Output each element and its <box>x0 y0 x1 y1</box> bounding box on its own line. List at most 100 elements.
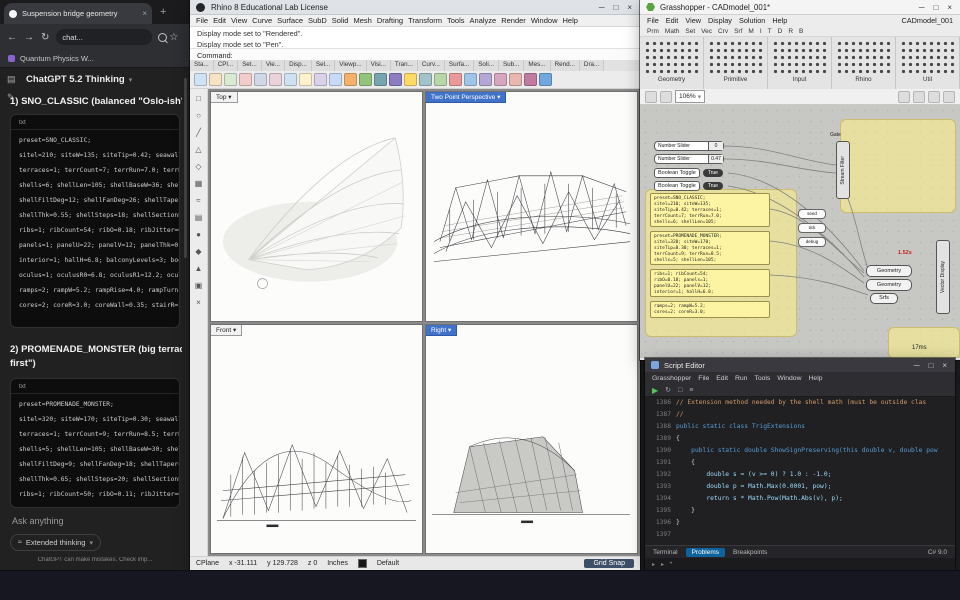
search-icon[interactable] <box>158 32 168 42</box>
menu-item[interactable]: Grasshopper <box>652 375 691 382</box>
scrollbar[interactable] <box>184 78 187 258</box>
maximize-icon[interactable]: □ <box>933 3 938 12</box>
toolbar-button[interactable] <box>344 73 357 86</box>
component-tab[interactable]: Math <box>665 28 679 35</box>
star-icon[interactable]: ☆ <box>169 32 178 43</box>
gh-panel[interactable]: preset=PROMENADE_MONSTER; sitel=320; site… <box>650 231 770 265</box>
toolbar-button[interactable] <box>509 73 522 86</box>
status-field[interactable]: z 0 <box>308 560 317 567</box>
component-icons[interactable] <box>708 40 763 74</box>
toolbar-button[interactable] <box>314 73 327 86</box>
viewport-title-tab[interactable]: Top ▾ <box>211 92 238 103</box>
tab-close-icon[interactable]: × <box>142 9 147 18</box>
viewport-front[interactable]: Front ▾ <box>210 323 423 554</box>
tool-icon[interactable]: ◆ <box>195 248 201 256</box>
toolbar-button[interactable] <box>284 73 297 86</box>
menu-item[interactable]: File <box>196 16 208 25</box>
toolbar-button[interactable] <box>329 73 342 86</box>
minimize-icon[interactable]: ─ <box>919 3 925 12</box>
toolbar-button[interactable] <box>254 73 267 86</box>
tool-icon[interactable]: △ <box>195 146 201 154</box>
toolbar-button[interactable] <box>389 73 402 86</box>
menu-item[interactable]: Curve <box>252 16 272 25</box>
geometry-component[interactable]: Geometry <box>866 265 912 277</box>
component-tab[interactable]: R <box>788 28 793 35</box>
toolbar-tab[interactable]: Visi... <box>366 60 391 71</box>
viewport-title-tab[interactable]: Right ▾ <box>426 324 458 336</box>
menu-item[interactable]: Edit <box>666 16 679 25</box>
stream-filter-component[interactable]: Stream Filter <box>836 141 850 199</box>
menu-item[interactable]: Run <box>735 375 747 382</box>
tool-icon[interactable]: ● <box>196 231 201 239</box>
menu-item[interactable]: File <box>698 375 709 382</box>
tab-terminal[interactable]: Terminal <box>653 549 678 556</box>
component-tab[interactable]: Set <box>685 28 695 35</box>
gh-panel[interactable]: preset=SNO_CLASSIC; sitel=210; siteW=135;… <box>650 193 770 227</box>
maximize-icon[interactable]: □ <box>613 3 618 12</box>
toolbar-button[interactable] <box>434 73 447 86</box>
status-field[interactable]: CPlane <box>196 560 219 567</box>
menu-item[interactable]: Display <box>708 16 732 25</box>
component-icons[interactable] <box>836 40 891 74</box>
status-icon[interactable]: ▸ <box>661 561 664 568</box>
bookmark-item[interactable]: Quantum Physics W... <box>20 54 94 63</box>
status-field[interactable]: x -31.111 <box>229 560 257 567</box>
document-selector[interactable]: CADmodel_001 <box>901 16 953 25</box>
toolbar-tab[interactable]: Dra... <box>579 60 605 71</box>
toolbar-tab[interactable]: Tran... <box>390 60 418 71</box>
tool-icon[interactable]: □ <box>196 95 201 103</box>
menu-item[interactable]: Transform <box>408 16 442 25</box>
toolbar-tab[interactable]: CPl... <box>213 60 239 71</box>
code-editor[interactable]: 1386 // Extension method needed by the s… <box>645 397 955 545</box>
toolbar-tab[interactable]: Surfa... <box>444 60 475 71</box>
component-tab[interactable]: T <box>768 28 772 35</box>
mini-component[interactable]: debug <box>798 237 826 247</box>
component-icons[interactable] <box>900 40 955 74</box>
menu-item[interactable]: View <box>231 16 247 25</box>
toolbar-tab[interactable]: Soli... <box>474 60 499 71</box>
code-block-1[interactable]: txt preset=SNO_CLASSIC; sitel=210; siteW=… <box>10 114 180 328</box>
canvas-tool-icon[interactable] <box>943 90 955 103</box>
sidebar-toggle-icon[interactable]: ▤ <box>7 74 16 85</box>
component-tab[interactable]: Crv <box>718 28 728 35</box>
menu-item[interactable]: Render <box>501 16 526 25</box>
canvas-tool-icon[interactable] <box>660 90 672 103</box>
toolbar-tab[interactable]: Sub... <box>498 60 525 71</box>
toolbar-tab[interactable]: Sta... <box>190 60 214 71</box>
toolbar-button[interactable] <box>299 73 312 86</box>
toolbar-button[interactable] <box>419 73 432 86</box>
viewport-perspective[interactable]: Two Point Perspective ▾ <box>425 91 638 322</box>
toolbar-button[interactable] <box>209 73 222 86</box>
menu-item[interactable]: Drafting <box>377 16 403 25</box>
browser-tab[interactable]: Suspension bridge geometry × <box>4 3 152 24</box>
toolbar-button[interactable] <box>359 73 372 86</box>
menu-item[interactable]: Edit <box>716 375 728 382</box>
menu-item[interactable]: Edit <box>213 16 226 25</box>
toolbar-button[interactable] <box>494 73 507 86</box>
maximize-icon[interactable]: □ <box>928 361 933 370</box>
menu-item[interactable]: Solution <box>739 16 765 25</box>
grasshopper-canvas[interactable]: Number Slider 0 Number Slider 0.47 Boole… <box>640 105 960 358</box>
menu-item[interactable]: Tools <box>447 16 465 25</box>
tab-problems[interactable]: Problems <box>685 547 726 557</box>
number-slider[interactable]: Number Slider 0 <box>654 141 724 151</box>
mini-component[interactable]: tick <box>798 223 826 233</box>
menu-item[interactable]: Help <box>772 16 787 25</box>
close-icon[interactable]: × <box>627 3 632 12</box>
menu-item[interactable]: SubD <box>308 16 327 25</box>
toolbar-button[interactable] <box>224 73 237 86</box>
viewport-top[interactable]: Top ▾ <box>210 91 423 322</box>
toolbar-button[interactable] <box>269 73 282 86</box>
toolbar-tab[interactable]: Curv... <box>417 60 445 71</box>
component-tab[interactable]: Srf <box>734 28 742 35</box>
close-icon[interactable]: × <box>942 361 947 370</box>
toolbar-tab[interactable]: Disp... <box>285 60 312 71</box>
toolbar-button[interactable] <box>194 73 207 86</box>
tool-icon[interactable]: × <box>196 299 201 307</box>
toolbar-button[interactable] <box>524 73 537 86</box>
menu-item[interactable]: Window <box>777 375 801 382</box>
toolbar-tab[interactable]: Vie... <box>261 60 286 71</box>
toolbar-tab[interactable]: Set... <box>238 60 262 71</box>
toolbar-tab[interactable]: Sel... <box>311 60 336 71</box>
grid-snap-button[interactable]: Grid Snap <box>584 559 634 568</box>
